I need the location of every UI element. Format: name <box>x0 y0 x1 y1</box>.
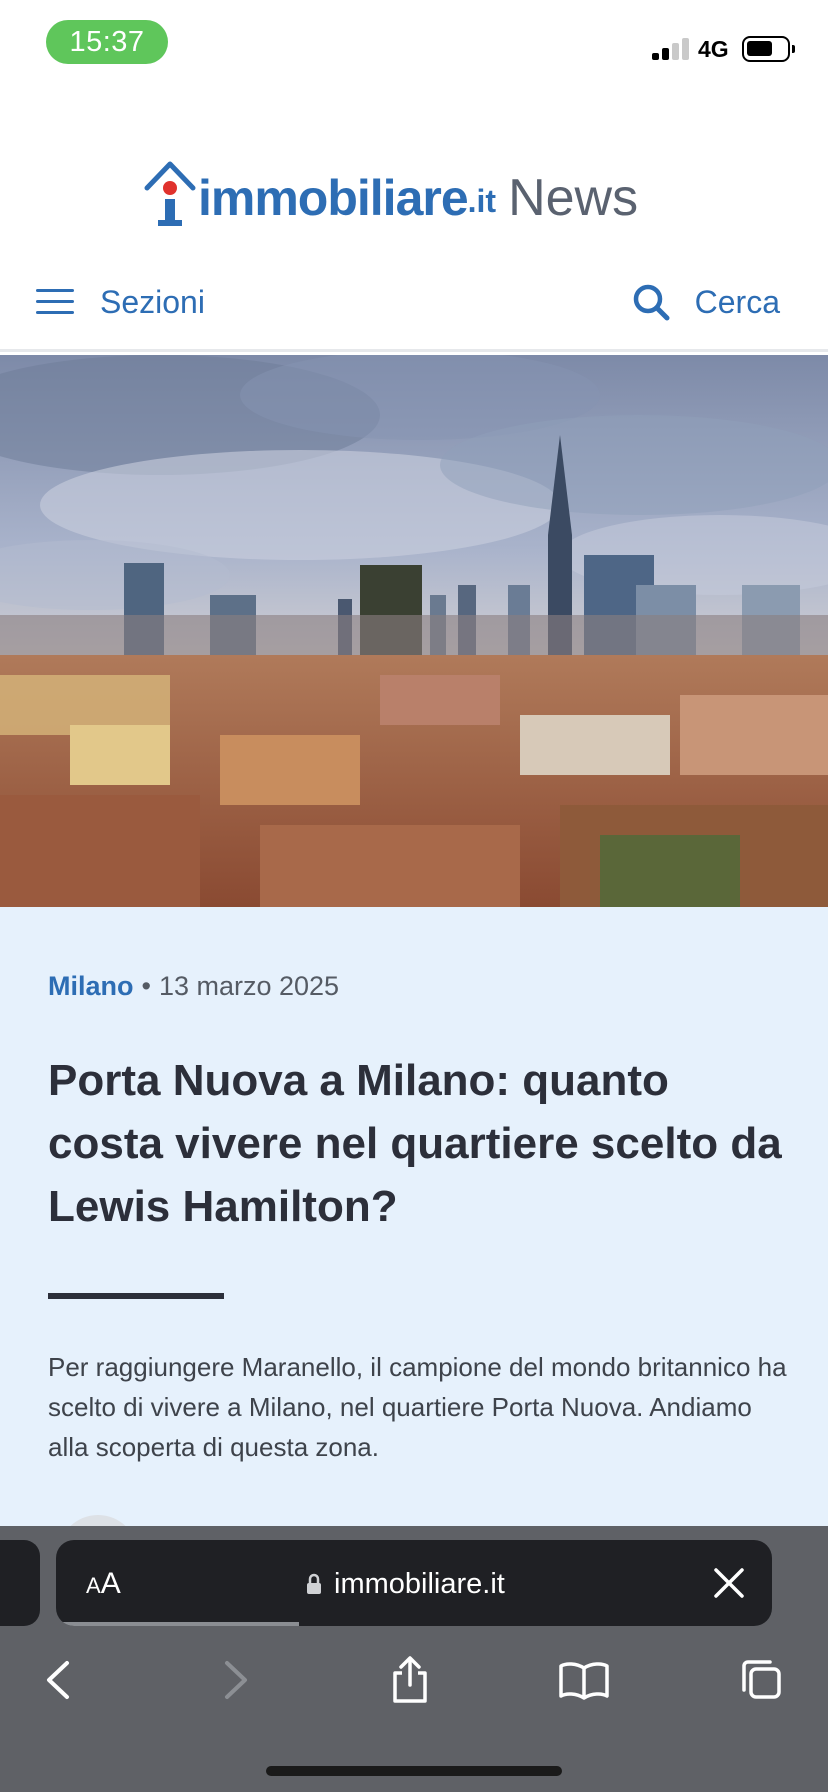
status-bar: 15:37 4G <box>0 0 828 90</box>
hamburger-icon <box>36 289 74 315</box>
sections-label: Sezioni <box>100 283 205 320</box>
share-icon <box>393 1656 427 1703</box>
text-size-button[interactable]: AA <box>86 1564 121 1606</box>
house-logo-icon <box>144 158 196 226</box>
sections-menu-button[interactable]: Sezioni <box>36 280 205 324</box>
previous-tab-peek[interactable] <box>0 1540 40 1626</box>
lock-icon <box>307 1573 321 1594</box>
back-icon <box>47 1661 69 1699</box>
url-display[interactable]: immobiliare.it <box>306 1564 505 1604</box>
back-button[interactable] <box>28 1650 88 1710</box>
close-icon[interactable] <box>712 1566 746 1600</box>
network-type: 4G <box>698 36 729 62</box>
site-logo[interactable]: immobiliare .it News <box>144 146 638 226</box>
browser-chrome: AA immobiliare.it <box>0 1526 828 1792</box>
bookmarks-button[interactable] <box>554 1650 614 1710</box>
url-text: immobiliare.it <box>334 1567 505 1600</box>
browser-toolbar <box>0 1650 828 1722</box>
search-label: Cerca <box>694 283 780 320</box>
search-button[interactable]: Cerca <box>631 280 780 324</box>
home-indicator[interactable] <box>266 1766 562 1776</box>
cellular-signal-icon <box>652 36 692 60</box>
article-category-link[interactable]: Milano <box>48 971 134 1001</box>
logo-wordmark: immobiliare <box>198 170 469 226</box>
bookmarks-icon <box>559 1662 609 1700</box>
article-date: 13 marzo 2025 <box>158 971 340 1001</box>
share-button[interactable] <box>380 1650 440 1710</box>
forward-button[interactable] <box>206 1650 266 1710</box>
page-load-progress <box>56 1622 299 1626</box>
logo-tld: .it <box>467 183 497 219</box>
logo-news-suffix: News <box>508 169 639 227</box>
status-time: 15:37 <box>46 20 168 64</box>
top-nav: Sezioni Cerca <box>0 250 828 352</box>
tabs-button[interactable] <box>730 1650 790 1710</box>
article-hero-image[interactable] <box>0 355 828 907</box>
site-header: immobiliare .it News <box>0 90 828 250</box>
headline-divider <box>48 1293 224 1299</box>
article-summary: Per raggiungere Maranello, il campione d… <box>48 1352 787 1462</box>
forward-icon <box>225 1661 247 1699</box>
search-icon <box>633 284 670 321</box>
address-bar[interactable]: AA immobiliare.it <box>56 1540 772 1626</box>
article-meta: Milano • 13 marzo 2025 <box>48 969 339 1003</box>
meta-separator: • <box>141 971 151 1001</box>
tabs-icon <box>742 1660 781 1699</box>
article-card: Milano • 13 marzo 2025 Porta Nuova a Milan… <box>0 907 828 1595</box>
battery-icon <box>742 36 795 62</box>
article-headline[interactable]: Porta Nuova a Milano: quanto costa viver… <box>48 1049 788 1238</box>
